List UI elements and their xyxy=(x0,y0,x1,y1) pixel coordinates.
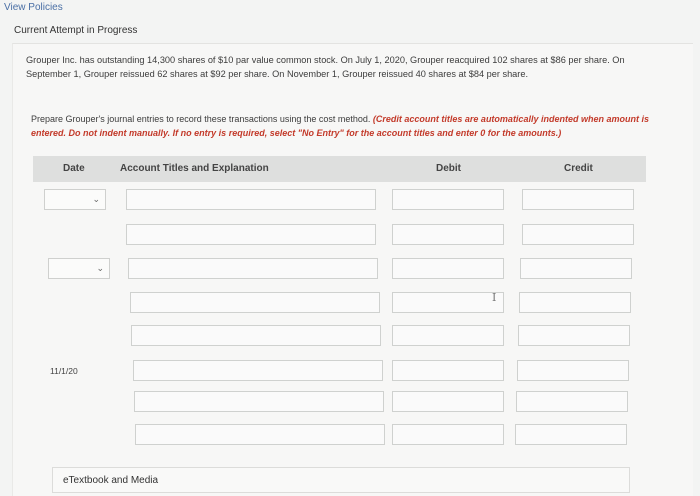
instructions: Prepare Grouper's journal entries to rec… xyxy=(31,112,651,140)
date-select[interactable]: ⌄ xyxy=(44,189,106,210)
account-title-input[interactable] xyxy=(133,360,383,381)
credit-input[interactable] xyxy=(517,360,629,381)
credit-input[interactable] xyxy=(520,258,632,279)
credit-input[interactable] xyxy=(515,424,627,445)
credit-input[interactable] xyxy=(516,391,628,412)
debit-input[interactable] xyxy=(392,360,504,381)
account-title-input[interactable] xyxy=(130,292,380,313)
account-title-input[interactable] xyxy=(134,391,384,412)
journal-table-header: Date Account Titles and Explanation Debi… xyxy=(33,156,646,182)
account-title-input[interactable] xyxy=(126,189,376,210)
chevron-down-icon: ⌄ xyxy=(96,263,104,273)
instruction-text: Prepare Grouper's journal entries to rec… xyxy=(31,114,373,124)
debit-input[interactable] xyxy=(392,325,504,346)
etextbook-label: eTextbook and Media xyxy=(63,475,159,486)
header-credit: Credit xyxy=(564,163,593,174)
account-title-input[interactable] xyxy=(131,325,381,346)
attempt-status: Current Attempt in Progress xyxy=(14,25,138,36)
text-cursor-icon: I xyxy=(492,291,497,304)
header-debit: Debit xyxy=(436,163,461,174)
credit-input[interactable] xyxy=(518,325,630,346)
header-account: Account Titles and Explanation xyxy=(120,163,269,174)
account-title-input[interactable] xyxy=(128,258,378,279)
credit-input[interactable] xyxy=(522,224,634,245)
date-select[interactable]: ⌄ xyxy=(48,258,110,279)
entry-date-label: 11/1/20 xyxy=(50,366,78,376)
problem-statement: Grouper Inc. has outstanding 14,300 shar… xyxy=(26,55,625,79)
account-title-input[interactable] xyxy=(126,224,376,245)
etextbook-and-media-link[interactable]: eTextbook and Media xyxy=(52,467,630,493)
debit-input[interactable] xyxy=(392,258,504,279)
debit-input[interactable] xyxy=(392,391,504,412)
debit-input[interactable] xyxy=(392,292,504,313)
credit-input[interactable] xyxy=(519,292,631,313)
debit-input[interactable] xyxy=(392,189,504,210)
header-date: Date xyxy=(63,163,85,174)
view-policies-link[interactable]: View Policies xyxy=(4,2,63,13)
chevron-down-icon: ⌄ xyxy=(92,194,100,204)
debit-input[interactable] xyxy=(392,424,504,445)
debit-input[interactable] xyxy=(392,224,504,245)
account-title-input[interactable] xyxy=(135,424,385,445)
credit-input[interactable] xyxy=(522,189,634,210)
